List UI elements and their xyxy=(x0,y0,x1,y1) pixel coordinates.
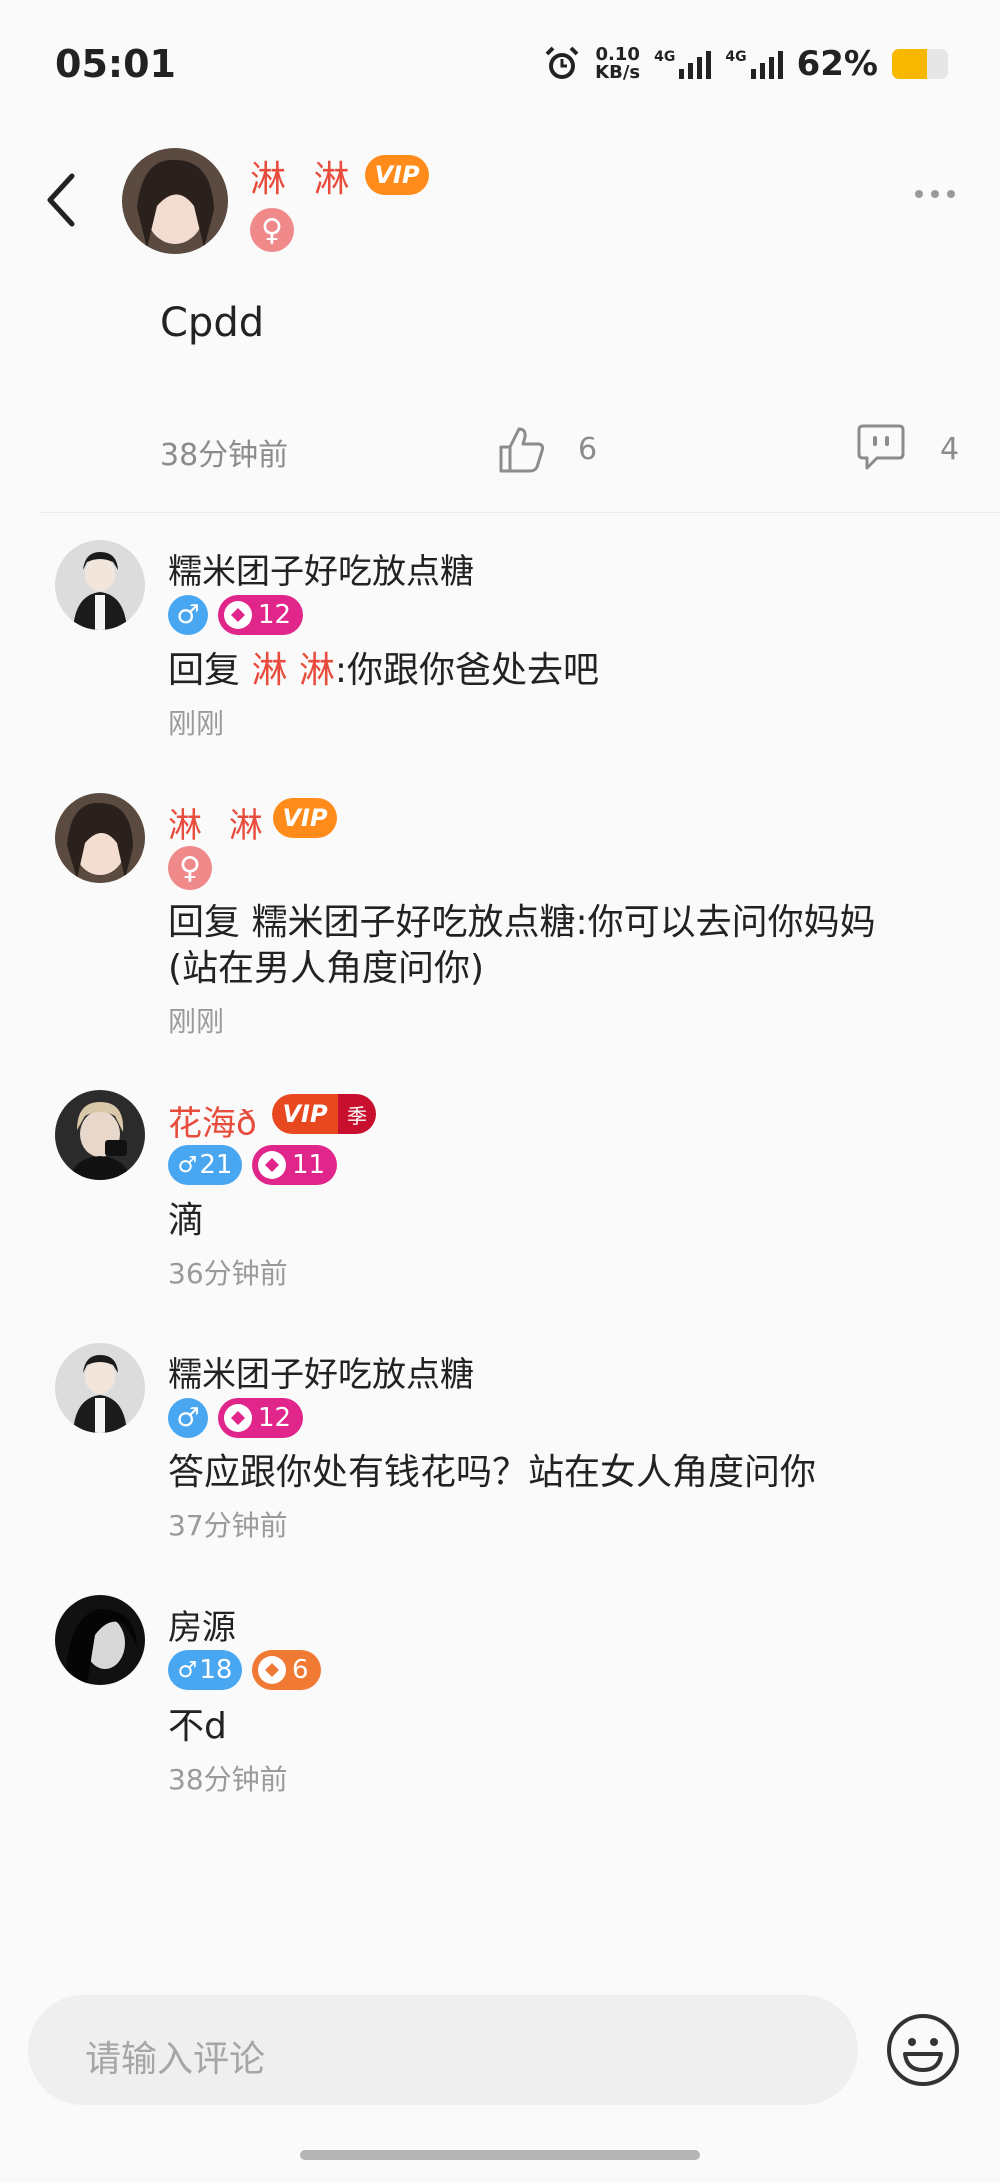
level-badge: 12 xyxy=(218,1398,304,1438)
comment-avatar[interactable] xyxy=(55,793,145,883)
male-gender-badge: ♂ xyxy=(168,1398,208,1438)
comment-avatar[interactable] xyxy=(55,540,145,630)
comment-time: 36分钟前 xyxy=(168,1257,288,1290)
back-arrow-icon[interactable] xyxy=(40,170,90,230)
reply-target-name: 糯米团子好吃放点糖 xyxy=(251,902,576,943)
comment-time: 38分钟前 xyxy=(168,1763,288,1796)
comment-time: 37分钟前 xyxy=(168,1509,288,1542)
comment-text: 滴 xyxy=(168,1200,205,1241)
post-author-name[interactable]: 淋 淋 xyxy=(250,150,357,202)
level-badge: 12 xyxy=(218,595,304,635)
post-content: Cpdd xyxy=(160,300,265,346)
signal-bars-icon xyxy=(750,49,783,79)
male-age-badge: ♂ 21 xyxy=(168,1145,242,1185)
battery-percent: 62% xyxy=(796,44,878,84)
female-gender-badge: ♀ xyxy=(168,846,212,890)
battery-icon xyxy=(892,49,948,79)
male-age-badge: ♂ 18 xyxy=(168,1650,242,1690)
comment-text: 答应跟你处有钱花吗？站在女人角度问你 xyxy=(168,1452,817,1493)
comment-author-name[interactable]: 房源 xyxy=(168,1600,236,1649)
diamond-icon xyxy=(258,1151,286,1179)
diamond-icon xyxy=(224,601,252,629)
vip-badge: VIP xyxy=(273,798,337,838)
reply-target-name: 淋 淋 xyxy=(251,650,335,691)
vip-season-badge: VIP 季 xyxy=(272,1094,376,1134)
post-author-avatar[interactable] xyxy=(122,148,228,254)
diamond-icon xyxy=(258,1656,286,1684)
like-count: 6 xyxy=(578,432,598,467)
comment-input-placeholder: 请输入评论 xyxy=(85,2039,266,2080)
comment-time: 刚刚 xyxy=(168,1005,225,1038)
signal-4g-1: 4G xyxy=(654,49,712,79)
status-icons: 0.10 KB/s 4G 4G 62% xyxy=(543,44,948,84)
signal-4g-2: 4G xyxy=(725,49,783,79)
comment-author-name[interactable]: 糯米团子好吃放点糖 xyxy=(168,1347,474,1396)
vip-badge: VIP xyxy=(365,155,429,195)
comment-text: 不d xyxy=(168,1706,227,1747)
post-time: 38分钟前 xyxy=(160,438,289,473)
emoji-icon[interactable] xyxy=(885,2012,961,2088)
comment-avatar[interactable] xyxy=(55,1090,145,1180)
comment-avatar[interactable] xyxy=(55,1595,145,1685)
more-options-icon[interactable] xyxy=(915,190,955,198)
female-gender-badge: ♀ xyxy=(250,208,294,252)
level-badge: 6 xyxy=(252,1650,321,1690)
comment-author-name[interactable]: 糯米团子好吃放点糖 xyxy=(168,544,474,593)
comment-text: 回复 淋 淋:你跟你爸处去吧 xyxy=(168,650,600,691)
comment-author-name[interactable]: 花海ð xyxy=(168,1096,257,1145)
divider xyxy=(40,512,1000,513)
comment-text-line2: (站在男人角度问你) xyxy=(168,948,485,989)
level-badge: 11 xyxy=(252,1145,338,1185)
comment-bubble-icon[interactable] xyxy=(855,422,907,474)
signal-bars-icon xyxy=(679,49,712,79)
comment-count: 4 xyxy=(940,432,960,467)
alarm-icon xyxy=(545,46,579,79)
comment-text: 回复 糯米团子好吃放点糖:你可以去问你妈妈 xyxy=(168,902,876,943)
comment-avatar[interactable] xyxy=(55,1343,145,1433)
network-speed: 0.10 KB/s xyxy=(595,44,641,83)
comment-time: 刚刚 xyxy=(168,707,225,740)
status-time: 05:01 xyxy=(55,42,176,86)
comment-author-name[interactable]: 淋 淋 xyxy=(168,798,271,847)
male-gender-badge: ♂ xyxy=(168,595,208,635)
diamond-icon xyxy=(224,1404,252,1432)
home-indicator[interactable] xyxy=(300,2150,700,2160)
like-thumb-icon[interactable] xyxy=(497,425,547,475)
